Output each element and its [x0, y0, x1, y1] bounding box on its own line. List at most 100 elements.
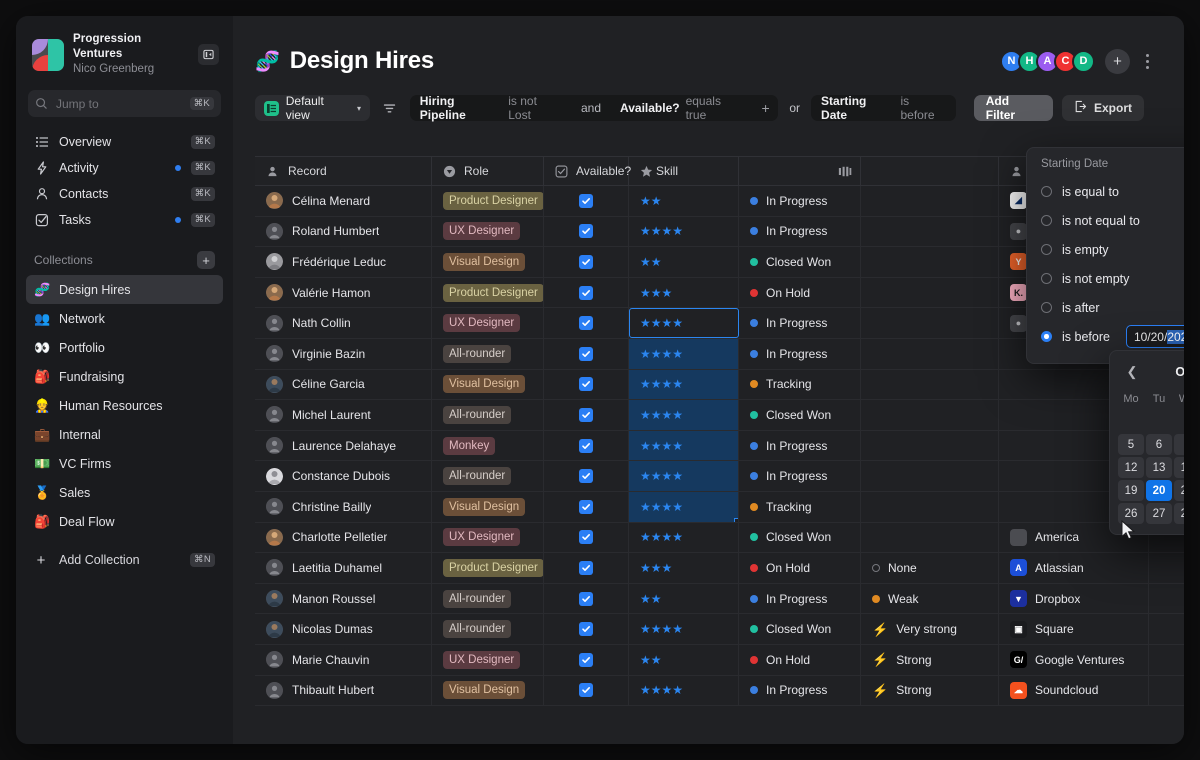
cell-status[interactable]: In Progress	[739, 583, 861, 614]
table-row[interactable]: Michel Laurent All-rounder ★★★★ Closed Won	[255, 400, 1184, 431]
cell-available[interactable]	[544, 461, 629, 491]
column-header-skill[interactable]: Skill	[629, 157, 739, 185]
cell-status[interactable]: In Progress	[739, 338, 861, 369]
chevron-left-icon[interactable]: ❮	[1122, 362, 1142, 382]
checkbox-checked-icon[interactable]	[579, 377, 593, 392]
cell-strength[interactable]	[861, 308, 999, 338]
cell-available[interactable]	[544, 247, 629, 277]
checkbox-checked-icon[interactable]	[579, 316, 593, 331]
add-collection-button[interactable]: + Add Collection ⌘N	[26, 546, 223, 574]
cell-status[interactable]: In Progress	[739, 216, 861, 247]
cell-status[interactable]: On Hold	[739, 277, 861, 308]
cell-available[interactable]	[544, 644, 629, 675]
table-row[interactable]: Constance Dubois All-rounder ★★★★ In Progre…	[255, 461, 1184, 492]
cell-role[interactable]: All-rounder	[432, 338, 544, 369]
cell-skill[interactable]: ★★★	[629, 553, 739, 583]
cell-strength[interactable]	[861, 522, 999, 553]
cell-status[interactable]: In Progress	[739, 186, 861, 216]
cell-skill[interactable]: ★★★★	[629, 675, 739, 706]
workspace-switcher[interactable]: Progression Ventures Nico Greenberg	[26, 16, 223, 87]
checkbox-checked-icon[interactable]	[579, 683, 593, 698]
cell-status[interactable]: Tracking	[739, 369, 861, 400]
cell-available[interactable]	[544, 277, 629, 308]
cell-skill[interactable]: ★★★★	[629, 491, 739, 522]
cell-role[interactable]: All-rounder	[432, 461, 544, 491]
cell-available[interactable]	[544, 491, 629, 522]
cell-role[interactable]: Visual Design	[432, 491, 544, 522]
checkbox-checked-icon[interactable]	[579, 560, 593, 575]
cell-available[interactable]	[544, 216, 629, 247]
sidebar-item-deal-flow[interactable]: 🎒 Deal Flow	[26, 507, 223, 536]
cell-status[interactable]: In Progress	[739, 430, 861, 461]
cell-skill[interactable]: ★★★★	[629, 400, 739, 430]
table-row[interactable]: Charlotte Pelletier UX Designer ★★★★ Closed…	[255, 522, 1184, 554]
calendar-day[interactable]: 6	[1146, 434, 1172, 455]
sidebar-item-overview[interactable]: Overview ⌘K	[28, 129, 221, 155]
add-collection-icon[interactable]: +	[197, 251, 215, 269]
cell-record[interactable]: Nicolas Dumas	[255, 614, 432, 644]
avatar[interactable]: D	[1072, 49, 1095, 73]
sidebar-item-human-resources[interactable]: 👷 Human Resources	[26, 391, 223, 420]
cell-role[interactable]: Monkey	[432, 430, 544, 461]
dropdown-option-is-not-equal-to[interactable]: is not equal to	[1027, 206, 1184, 235]
table-row[interactable]: Marie Chauvin UX Designer ★★ On Hold ⚡ Strong…	[255, 644, 1184, 676]
cell-strength[interactable]	[861, 216, 999, 247]
cell-strength[interactable]: Weak	[861, 583, 999, 614]
cell-record[interactable]: Laetitia Duhamel	[255, 553, 432, 583]
table-row[interactable]: Céline Garcia Visual Design ★★★★ Tracking	[255, 369, 1184, 401]
table-row[interactable]: Laetitia Duhamel Product Designer ★★★ On Ho…	[255, 553, 1184, 584]
cell-strength[interactable]	[861, 400, 999, 430]
cell-skill[interactable]: ★★	[629, 644, 739, 675]
table-row[interactable]: Nicolas Dumas All-rounder ★★★★ Closed Won ⚡ V…	[255, 614, 1184, 645]
cell-role[interactable]: UX Designer	[432, 522, 544, 553]
add-member-button[interactable]: +	[1105, 48, 1130, 74]
cell-record[interactable]: Michel Laurent	[255, 400, 432, 430]
cell-strength[interactable]	[861, 491, 999, 522]
calendar-day[interactable]: 14	[1174, 457, 1184, 478]
cell-role[interactable]: UX Designer	[432, 216, 544, 247]
sidebar-item-sales[interactable]: 🏅 Sales	[26, 478, 223, 507]
cell-record[interactable]: Manon Roussel	[255, 583, 432, 614]
cell-role[interactable]: Visual Design	[432, 369, 544, 400]
cell-record[interactable]: Valérie Hamon	[255, 277, 432, 308]
cell-record[interactable]: Nath Collin	[255, 308, 432, 338]
cell-skill[interactable]: ★★	[629, 186, 739, 216]
filter-chip-hiring-pipeline[interactable]: Hiring Pipeline is not Lost	[410, 94, 572, 122]
cell-status[interactable]: In Progress	[739, 461, 861, 491]
cell-strength[interactable]: ⚡ Very strong	[861, 614, 999, 644]
checkbox-checked-icon[interactable]	[579, 224, 593, 239]
filter-chip-available[interactable]: Available? equals true	[610, 94, 753, 122]
cell-available[interactable]	[544, 430, 629, 461]
export-button[interactable]: Export	[1061, 95, 1144, 121]
selection-drag-handle[interactable]	[734, 517, 738, 522]
cell-record[interactable]: Célina Menard	[255, 186, 432, 216]
cell-strength[interactable]: None	[861, 553, 999, 583]
add-condition-button[interactable]: +	[753, 95, 779, 121]
cell-record[interactable]: Constance Dubois	[255, 461, 432, 491]
checkbox-checked-icon[interactable]	[579, 254, 593, 269]
cell-role[interactable]: All-rounder	[432, 400, 544, 430]
cell-skill[interactable]: ★★★★	[629, 216, 739, 247]
cell-available[interactable]	[544, 186, 629, 216]
cell-available[interactable]	[544, 675, 629, 706]
checkbox-checked-icon[interactable]	[579, 499, 593, 514]
cell-record[interactable]: Céline Garcia	[255, 369, 432, 400]
cell-skill[interactable]: ★★★★	[629, 430, 739, 461]
sidebar-item-design-hires[interactable]: 🧬 Design Hires	[26, 275, 223, 304]
cell-strength[interactable]	[861, 338, 999, 369]
cell-status[interactable]: Closed Won	[739, 614, 861, 644]
checkbox-checked-icon[interactable]	[579, 530, 593, 545]
dropdown-option-is-not-empty[interactable]: is not empty	[1027, 264, 1184, 293]
sidebar-item-network[interactable]: 👥 Network	[26, 304, 223, 333]
cell-role[interactable]: Product Designer	[432, 186, 544, 216]
cell-currently[interactable]: ▼ Dropbox	[999, 583, 1149, 614]
calendar-day[interactable]: 21	[1174, 480, 1184, 501]
filter-icon[interactable]	[379, 97, 401, 119]
dropdown-option-is-after[interactable]: is after	[1027, 293, 1184, 322]
column-header-available[interactable]: Available?	[544, 157, 631, 185]
checkbox-checked-icon[interactable]	[579, 591, 593, 606]
sidebar-item-vc-firms[interactable]: 💵 VC Firms	[26, 449, 223, 478]
add-filter-button[interactable]: Add Filter	[973, 94, 1053, 122]
checkbox-checked-icon[interactable]	[579, 193, 593, 208]
calendar-day[interactable]: 5	[1118, 434, 1144, 455]
